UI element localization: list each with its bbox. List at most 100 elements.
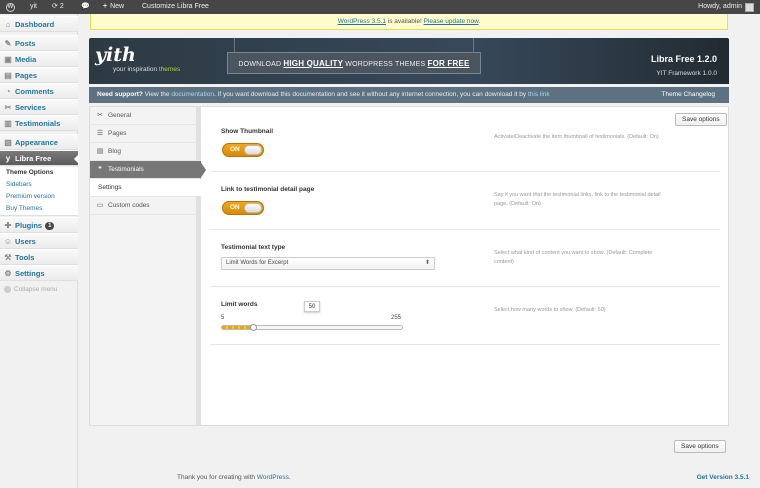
link-detail-toggle[interactable]: ON [222,201,264,215]
option-show-thumbnail: Show Thumbnail ON Activate/Deactivate th… [210,121,720,172]
customize-link[interactable]: Customize Libra Free [142,0,209,14]
tab-custom-codes[interactable]: ▭ Custom codes [90,197,201,215]
comment-icon: ◔ [5,87,11,96]
framework-version: YIT Framework 1.0.0 [656,70,717,77]
text-type-select[interactable]: Limit Words for Excerpt ⬍ [221,257,435,270]
limit-words-desc: Select how many words to show. (Default:… [494,307,606,313]
options-panel: ✂ General ☰ Pages ▤ Blog ❝ Testimonials Sett… [89,106,729,426]
pin-icon: ✎ [4,39,12,48]
text-type-desc: Select what kind of content you want to … [494,250,653,265]
submenu-premium-version[interactable]: Premium version [0,191,78,203]
toggle-knob [244,145,262,155]
menu-item-services[interactable]: ✂ Services [0,99,78,115]
limit-words-slider[interactable] [221,325,403,330]
yith-icon: y [5,154,11,163]
tab-settings[interactable]: Settings [90,179,201,197]
select-arrows-icon: ⬍ [424,260,430,266]
plugin-icon: ✚ [4,221,12,230]
settings-icon: ⚙ [4,269,12,278]
submenu-theme-options[interactable]: Theme Options [0,167,78,179]
wordpress-version-link[interactable]: WordPress 3.5.1 [338,18,386,25]
footer-thanks: Thank you for creating with WordPress. [177,474,291,481]
tab-blog[interactable]: ▤ Blog [90,143,201,161]
wordpress-logo-icon[interactable]: W [6,0,15,14]
menu-item-tools[interactable]: ⚒ Tools [0,249,78,265]
menu-item-posts[interactable]: ✎ Posts [0,35,78,51]
blog-icon: ▤ [96,148,104,155]
link-detail-label: Link to testimonial detail page [221,186,315,193]
menu-item-appearance[interactable]: ▧ Appearance [0,134,78,150]
save-options-button-bottom[interactable]: Save options [674,440,726,453]
tools-icon: ⚒ [4,253,12,262]
menu-item-pages[interactable]: ▤ Pages [0,67,78,83]
download-doc-link[interactable]: this link [528,91,550,98]
updates-count: 2 [59,3,64,10]
tab-general[interactable]: ✂ General [90,107,201,125]
quote-icon: ❝ [98,166,102,173]
slider-fill [222,326,253,329]
refresh-icon: ⟳ [52,3,58,10]
yith-logo: yith [95,44,136,66]
avatar [745,2,754,12]
tab-testimonials[interactable]: ❝ Testimonials [90,161,206,179]
comments-icon[interactable]: 💬 [81,0,90,14]
menu-item-libra-free[interactable]: y Libra Free [0,150,79,166]
plus-icon: + [103,3,108,10]
show-thumbnail-toggle[interactable]: ON [222,143,264,157]
options-tabs: ✂ General ☰ Pages ▤ Blog ❝ Testimonials Sett… [90,107,206,425]
theme-changelog-link[interactable]: Theme Changelog [662,87,715,103]
menu-item-testimonials[interactable]: ▥ Testimonials [0,115,78,131]
dashboard-icon: ⌂ [5,20,11,29]
show-thumbnail-label: Show Thumbnail [221,128,273,135]
list-icon: ☰ [96,130,104,137]
get-version-link[interactable]: Get Version 3.5.1 [697,474,749,481]
slider-min: 5 [221,315,225,321]
howdy-account[interactable]: Howdy, admin [698,0,754,14]
collapse-icon [4,286,11,293]
support-bar: Need support? View the documentation. If… [89,87,729,103]
wrench-icon: ✂ [4,103,12,112]
code-icon: ▭ [96,202,104,209]
libra-free-submenu: Theme Options Sidebars Premium version B… [0,167,78,216]
limit-words-label: Limit words [221,301,258,308]
slider-value-tooltip: 50 [304,301,320,312]
admin-menu: ⌂ Dashboard ✎ Posts ▣ Media ▤ Pages ◔ Comment… [0,14,79,488]
slider-max: 255 [391,315,402,321]
menu-item-settings[interactable]: ⚙ Settings [0,265,78,281]
submenu-buy-themes[interactable]: Buy Themes [0,203,78,215]
users-icon: ☺ [3,237,13,246]
updates-link[interactable]: ⟳ 2 [52,0,64,14]
link-detail-desc: Say if you want that the testimonial lin… [494,192,661,207]
tab-pages[interactable]: ☰ Pages [90,125,201,143]
theme-version: Libra Free 1.2.0 [650,54,717,64]
option-link-detail: Link to testimonial detail page ON Say i… [210,172,720,230]
yith-tagline: your inspiration themes [113,66,181,73]
media-icon: ▣ [4,55,12,64]
howdy-text: Howdy, admin [698,3,742,10]
download-banner[interactable]: DOWNLOAD HIGH QUALITY WORDPRESS THEMES F… [227,38,481,74]
update-nag: WordPress 3.5.1 is available! Please upd… [90,14,728,30]
show-thumbnail-desc: Activate/Deactivate the item thumbnail o… [494,134,659,140]
collapse-menu[interactable]: Collapse menu [4,286,57,293]
testimonial-icon: ▥ [4,119,12,128]
menu-item-media[interactable]: ▣ Media [0,51,78,67]
menu-item-dashboard[interactable]: ⌂ Dashboard [0,16,78,32]
slider-thumb[interactable] [250,324,257,331]
option-text-type: Testimonial text type Limit Words for Ex… [210,230,720,287]
update-now-link[interactable]: Please update now [424,18,479,25]
wrench-icon: ✂ [97,112,103,119]
nag-text: is available! [385,18,424,25]
new-label: New [110,3,125,10]
option-limit-words: Limit words 50 5 255 Select how many wor… [210,287,720,345]
yith-header: yith your inspiration themes DOWNLOAD HI… [89,38,729,84]
toggle-knob [244,203,262,213]
wordpress-link[interactable]: WordPress [257,474,289,481]
menu-item-plugins[interactable]: ✚ Plugins 1 [0,217,78,233]
site-name-link[interactable]: yit [30,0,37,14]
new-content-link[interactable]: + New [103,0,124,14]
documentation-link[interactable]: documentation [171,91,214,98]
menu-item-comments[interactable]: ◔ Comments [0,83,78,99]
plugins-badge: 1 [45,222,55,231]
submenu-sidebars[interactable]: Sidebars [0,179,78,191]
menu-item-users[interactable]: ☺ Users [0,233,78,249]
